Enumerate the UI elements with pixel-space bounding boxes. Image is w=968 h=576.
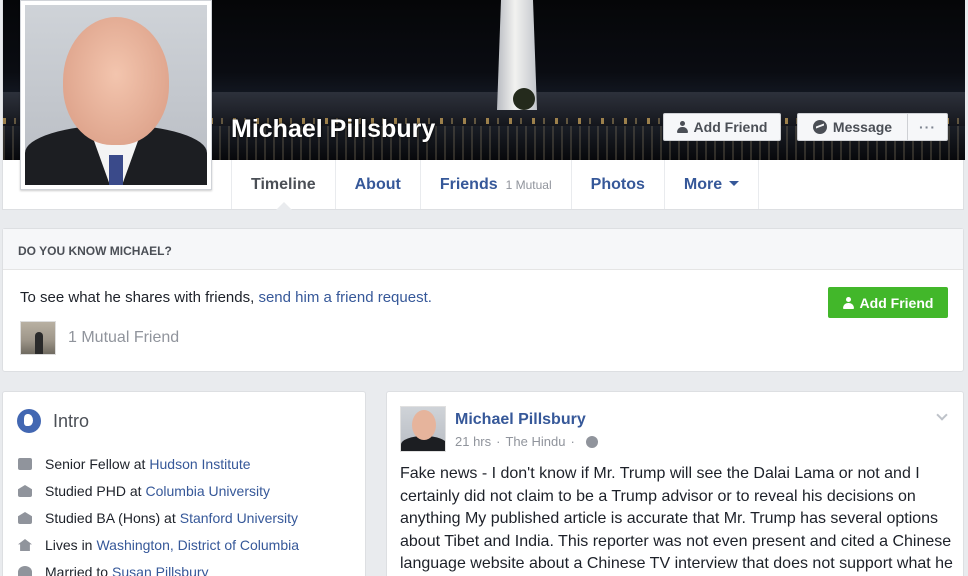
add-friend-green-label: Add Friend xyxy=(859,294,934,311)
intro-row-text: Studied PHD at xyxy=(45,483,142,499)
graduation-cap-icon xyxy=(18,512,32,524)
intro-row-education-ba: Studied BA (Hons) at Stanford University xyxy=(18,510,298,526)
tab-more[interactable]: More xyxy=(663,160,760,209)
intro-row-text: Lives in xyxy=(45,537,93,553)
post-card: Michael Pillsbury 21 hrs · The Hindu · F… xyxy=(386,391,964,576)
messenger-icon xyxy=(812,120,827,134)
profile-tabs: Timeline About Friends 1 Mutual Photos M… xyxy=(231,160,760,210)
intro-row-lives: Lives in Washington, District of Columbi… xyxy=(18,537,299,553)
intro-title: Intro xyxy=(17,409,89,433)
intro-row-work: Senior Fellow at Hudson Institute xyxy=(18,456,251,472)
message-button[interactable]: Message xyxy=(797,113,907,141)
intro-row-link[interactable]: Washington, District of Columbia xyxy=(96,537,299,553)
post-timestamp[interactable]: 21 hrs xyxy=(455,434,491,449)
add-friend-icon xyxy=(676,121,688,133)
add-friend-icon xyxy=(842,296,854,309)
tab-photos[interactable]: Photos xyxy=(570,160,664,209)
intro-row-text: Senior Fellow at xyxy=(45,456,146,472)
intro-row-link[interactable]: Stanford University xyxy=(180,510,298,526)
tab-label: Photos xyxy=(590,175,645,193)
caret-down-icon xyxy=(729,181,740,186)
post-text: Fake news - I don't know if Mr. Trump wi… xyxy=(400,465,953,572)
prompt-text: To see what he shares with friends, xyxy=(20,289,259,306)
post-author-name[interactable]: Michael Pillsbury xyxy=(455,411,586,429)
more-options-button[interactable]: ··· xyxy=(907,113,948,141)
send-friend-request-link[interactable]: send him a friend request. xyxy=(258,289,431,306)
message-label: Message xyxy=(832,119,893,135)
public-globe-icon[interactable] xyxy=(585,435,598,448)
intro-row-link[interactable]: Susan Pillsbury xyxy=(112,564,209,576)
mutual-friend-avatar[interactable] xyxy=(20,321,56,355)
more-options-icon: ··· xyxy=(919,119,936,135)
tab-label: Timeline xyxy=(251,175,316,193)
intro-title-text: Intro xyxy=(53,410,90,431)
tab-sub-count: 1 Mutual xyxy=(505,177,552,192)
briefcase-icon xyxy=(18,458,32,470)
do-you-know-card: DO YOU KNOW MICHAEL? To see what he shar… xyxy=(2,228,964,372)
profile-picture[interactable] xyxy=(20,0,212,190)
tab-friends[interactable]: Friends 1 Mutual xyxy=(419,160,571,209)
tab-label: About xyxy=(354,175,401,193)
friend-request-prompt: To see what he shares with friends, send… xyxy=(20,289,432,306)
post-meta: 21 hrs · The Hindu · xyxy=(455,434,598,449)
intro-row-education-phd: Studied PHD at Columbia University xyxy=(18,483,270,499)
tab-timeline[interactable]: Timeline xyxy=(231,160,335,210)
do-you-know-heading: DO YOU KNOW MICHAEL? xyxy=(3,229,963,270)
profile-name[interactable]: Michael Pillsbury xyxy=(231,115,435,144)
intro-row-link[interactable]: Columbia University xyxy=(146,483,270,499)
graduation-cap-icon xyxy=(18,485,32,497)
profile-header: Michael Pillsbury Add Friend Message ···… xyxy=(2,0,965,210)
mutual-friend-count[interactable]: 1 Mutual Friend xyxy=(68,329,179,347)
home-icon xyxy=(18,539,32,551)
globe-icon xyxy=(17,409,41,433)
intro-row-relationship: Married to Susan Pillsbury xyxy=(18,564,209,576)
intro-row-text: Studied BA (Hons) at xyxy=(45,510,176,526)
post-source: The Hindu xyxy=(505,434,566,449)
add-friend-green-button[interactable]: Add Friend xyxy=(828,287,948,318)
heart-icon xyxy=(18,566,32,576)
tab-label: More xyxy=(683,175,723,193)
tab-label: Friends xyxy=(439,175,498,193)
add-friend-button[interactable]: Add Friend xyxy=(663,113,781,141)
post-author-avatar[interactable] xyxy=(400,406,446,452)
intro-row-link[interactable]: Hudson Institute xyxy=(149,456,250,472)
add-friend-label: Add Friend xyxy=(693,119,768,135)
intro-row-text: Married to xyxy=(45,564,109,576)
post-options-chevron-icon[interactable] xyxy=(936,409,948,421)
tab-about[interactable]: About xyxy=(334,160,420,209)
intro-card: Intro Senior Fellow at Hudson Institute … xyxy=(2,391,366,576)
